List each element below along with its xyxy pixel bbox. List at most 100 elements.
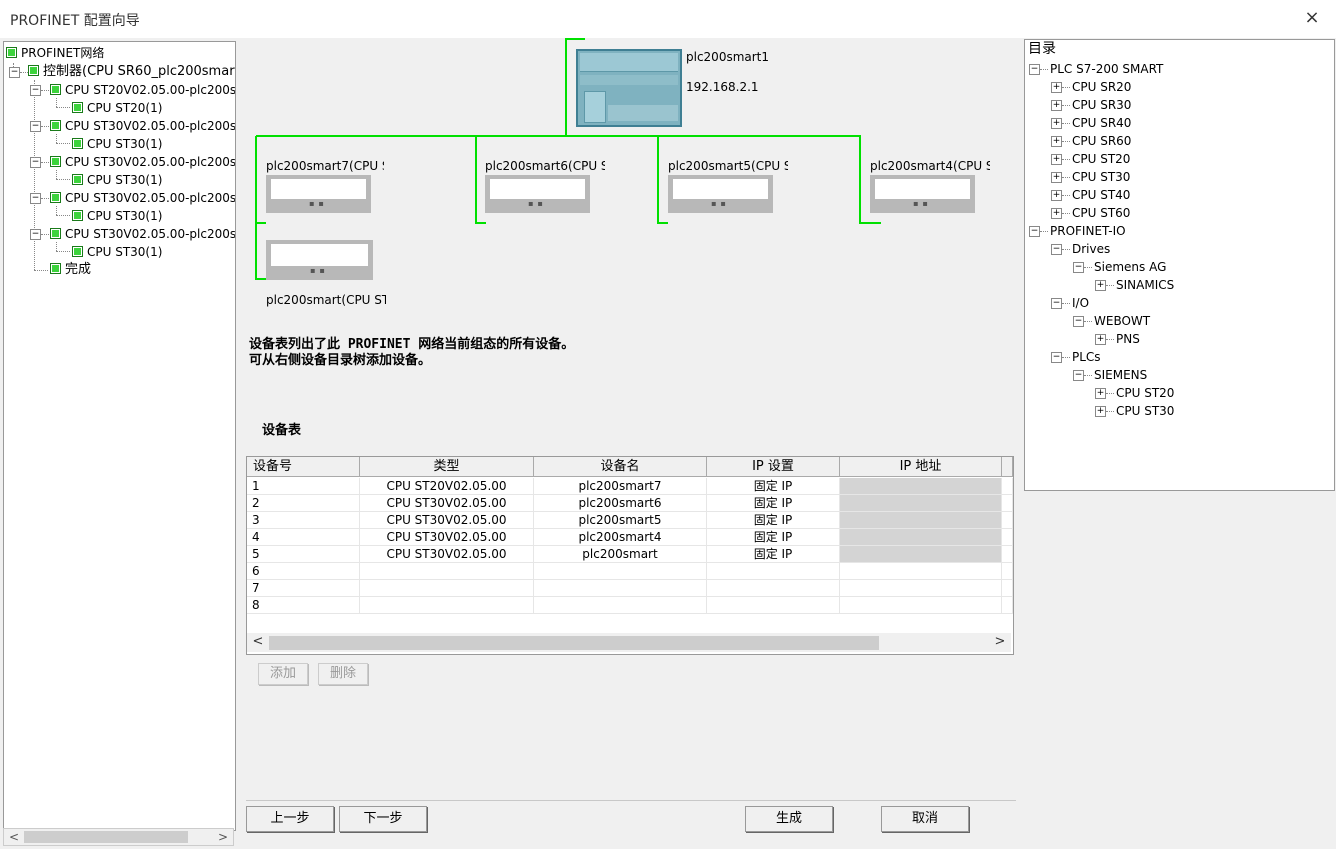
scroll-right-icon[interactable]: > <box>992 634 1008 650</box>
tree-item-profinet-network[interactable]: PROFINET网络 <box>6 44 104 62</box>
table-row[interactable]: 1 CPU ST20V02.05.00 plc200smart7 固定 IP <box>247 478 1013 495</box>
scroll-thumb[interactable] <box>269 636 879 650</box>
ip-address-cell[interactable] <box>840 597 1002 614</box>
expand-icon[interactable]: + <box>1051 172 1062 183</box>
expand-icon[interactable]: + <box>1051 82 1062 93</box>
catalog-item[interactable]: SINAMICS <box>1116 276 1174 294</box>
collapse-icon[interactable]: − <box>30 85 41 96</box>
collapse-icon[interactable]: − <box>30 229 41 240</box>
tree-item-module-3[interactable]: CPU ST30(1) <box>72 171 162 189</box>
collapse-icon[interactable]: − <box>9 67 20 78</box>
collapse-icon[interactable]: − <box>1051 352 1062 363</box>
ip-address-cell[interactable] <box>840 478 1002 495</box>
catalog-item[interactable]: PLCs <box>1072 348 1101 366</box>
catalog-item[interactable]: CPU ST20 <box>1116 384 1174 402</box>
device-icon[interactable]: ▪▪ <box>870 175 975 213</box>
table-cell[interactable] <box>707 597 840 614</box>
ip-address-cell[interactable] <box>840 529 1002 546</box>
collapse-icon[interactable]: − <box>1051 244 1062 255</box>
catalog-item[interactable]: CPU ST60 <box>1072 204 1130 222</box>
catalog-item[interactable]: CPU SR60 <box>1072 132 1131 150</box>
table-cell[interactable]: 固定 IP <box>707 546 840 563</box>
left-tree-hscrollbar[interactable]: < > <box>3 828 234 846</box>
collapse-icon[interactable]: − <box>30 121 41 132</box>
device-icon[interactable]: ▪▪ <box>266 240 373 280</box>
tree-item-module-1[interactable]: CPU ST20(1) <box>72 99 162 117</box>
table-cell[interactable]: 固定 IP <box>707 495 840 512</box>
tree-item-module-4[interactable]: CPU ST30(1) <box>72 207 162 225</box>
column-header[interactable]: IP 设置 <box>707 457 840 477</box>
table-cell[interactable]: 固定 IP <box>707 478 840 495</box>
collapse-icon[interactable]: − <box>1073 316 1084 327</box>
collapse-icon[interactable]: − <box>1051 298 1062 309</box>
catalog-item[interactable]: CPU ST30 <box>1072 168 1130 186</box>
table-cell[interactable] <box>707 563 840 580</box>
table-row[interactable]: 2 CPU ST30V02.05.00 plc200smart6 固定 IP <box>247 495 1013 512</box>
catalog-item[interactable]: WEBOWT <box>1094 312 1150 330</box>
catalog-item[interactable]: PROFINET-IO <box>1050 222 1126 240</box>
scroll-left-icon[interactable]: < <box>250 634 266 650</box>
collapse-icon[interactable]: − <box>1029 226 1040 237</box>
next-button[interactable]: 下一步 <box>339 806 427 832</box>
delete-device-button[interactable]: 删除 <box>318 663 368 685</box>
catalog-item[interactable]: PNS <box>1116 330 1140 348</box>
add-device-button[interactable]: 添加 <box>258 663 308 685</box>
expand-icon[interactable]: + <box>1051 100 1062 111</box>
generate-button[interactable]: 生成 <box>745 806 833 832</box>
column-header[interactable]: 设备名 <box>534 457 707 477</box>
ip-address-cell[interactable] <box>840 580 1002 597</box>
collapse-icon[interactable]: − <box>1073 262 1084 273</box>
collapse-icon[interactable]: − <box>1073 370 1084 381</box>
tree-item-device-4[interactable]: CPU ST30V02.05.00-plc200smart4 <box>50 189 235 207</box>
device-icon[interactable]: ▪▪ <box>266 175 371 213</box>
scroll-right-icon[interactable]: > <box>215 829 231 845</box>
table-row[interactable]: 3 CPU ST30V02.05.00 plc200smart5 固定 IP <box>247 512 1013 529</box>
controller-plc-icon[interactable] <box>576 49 682 127</box>
catalog-item[interactable]: CPU SR20 <box>1072 78 1131 96</box>
table-cell[interactable]: 固定 IP <box>707 529 840 546</box>
scroll-left-icon[interactable]: < <box>6 829 22 845</box>
expand-icon[interactable]: + <box>1095 280 1106 291</box>
column-header[interactable]: 类型 <box>360 457 534 477</box>
table-cell[interactable] <box>707 580 840 597</box>
scroll-thumb[interactable] <box>24 831 188 843</box>
expand-icon[interactable]: + <box>1051 118 1062 129</box>
table-row[interactable]: 4 CPU ST30V02.05.00 plc200smart4 固定 IP <box>247 529 1013 546</box>
cancel-button[interactable]: 取消 <box>881 806 969 832</box>
tree-item-device-1[interactable]: CPU ST20V02.05.00-plc200smart7 <box>50 81 235 99</box>
expand-icon[interactable]: + <box>1051 136 1062 147</box>
catalog-item[interactable]: CPU ST20 <box>1072 150 1130 168</box>
expand-icon[interactable]: + <box>1095 334 1106 345</box>
table-row[interactable]: 7 <box>247 580 1013 597</box>
catalog-item[interactable]: I/O <box>1072 294 1089 312</box>
ip-address-cell[interactable] <box>840 495 1002 512</box>
column-header[interactable]: 设备号 <box>247 457 360 477</box>
table-hscrollbar[interactable]: < > <box>247 633 1011 652</box>
expand-icon[interactable]: + <box>1095 388 1106 399</box>
tree-item-device-3[interactable]: CPU ST30V02.05.00-plc200smart5 <box>50 153 235 171</box>
catalog-item[interactable]: PLC S7-200 SMART <box>1050 60 1163 78</box>
tree-item-device-2[interactable]: CPU ST30V02.05.00-plc200smart6 <box>50 117 235 135</box>
catalog-item[interactable]: Drives <box>1072 240 1110 258</box>
tree-item-module-2[interactable]: CPU ST30(1) <box>72 135 162 153</box>
expand-icon[interactable]: + <box>1051 190 1062 201</box>
tree-item-module-5[interactable]: CPU ST30(1) <box>72 243 162 261</box>
catalog-item[interactable]: CPU ST30 <box>1116 402 1174 420</box>
prev-button[interactable]: 上一步 <box>246 806 334 832</box>
expand-icon[interactable]: + <box>1095 406 1106 417</box>
collapse-icon[interactable]: − <box>30 193 41 204</box>
tree-item-finish[interactable]: 完成 <box>50 261 91 279</box>
tree-item-controller[interactable]: 控制器(CPU SR60_plc200smart1 <box>28 63 235 81</box>
ip-address-cell[interactable] <box>840 563 1002 580</box>
table-row[interactable]: 6 <box>247 563 1013 580</box>
table-cell[interactable]: 固定 IP <box>707 512 840 529</box>
expand-icon[interactable]: + <box>1051 208 1062 219</box>
collapse-icon[interactable]: − <box>30 157 41 168</box>
device-icon[interactable]: ▪▪ <box>668 175 773 213</box>
ip-address-cell[interactable] <box>840 512 1002 529</box>
device-icon[interactable]: ▪▪ <box>485 175 590 213</box>
expand-icon[interactable]: + <box>1051 154 1062 165</box>
catalog-item[interactable]: CPU ST40 <box>1072 186 1130 204</box>
catalog-item[interactable]: Siemens AG <box>1094 258 1166 276</box>
catalog-item[interactable]: SIEMENS <box>1094 366 1147 384</box>
